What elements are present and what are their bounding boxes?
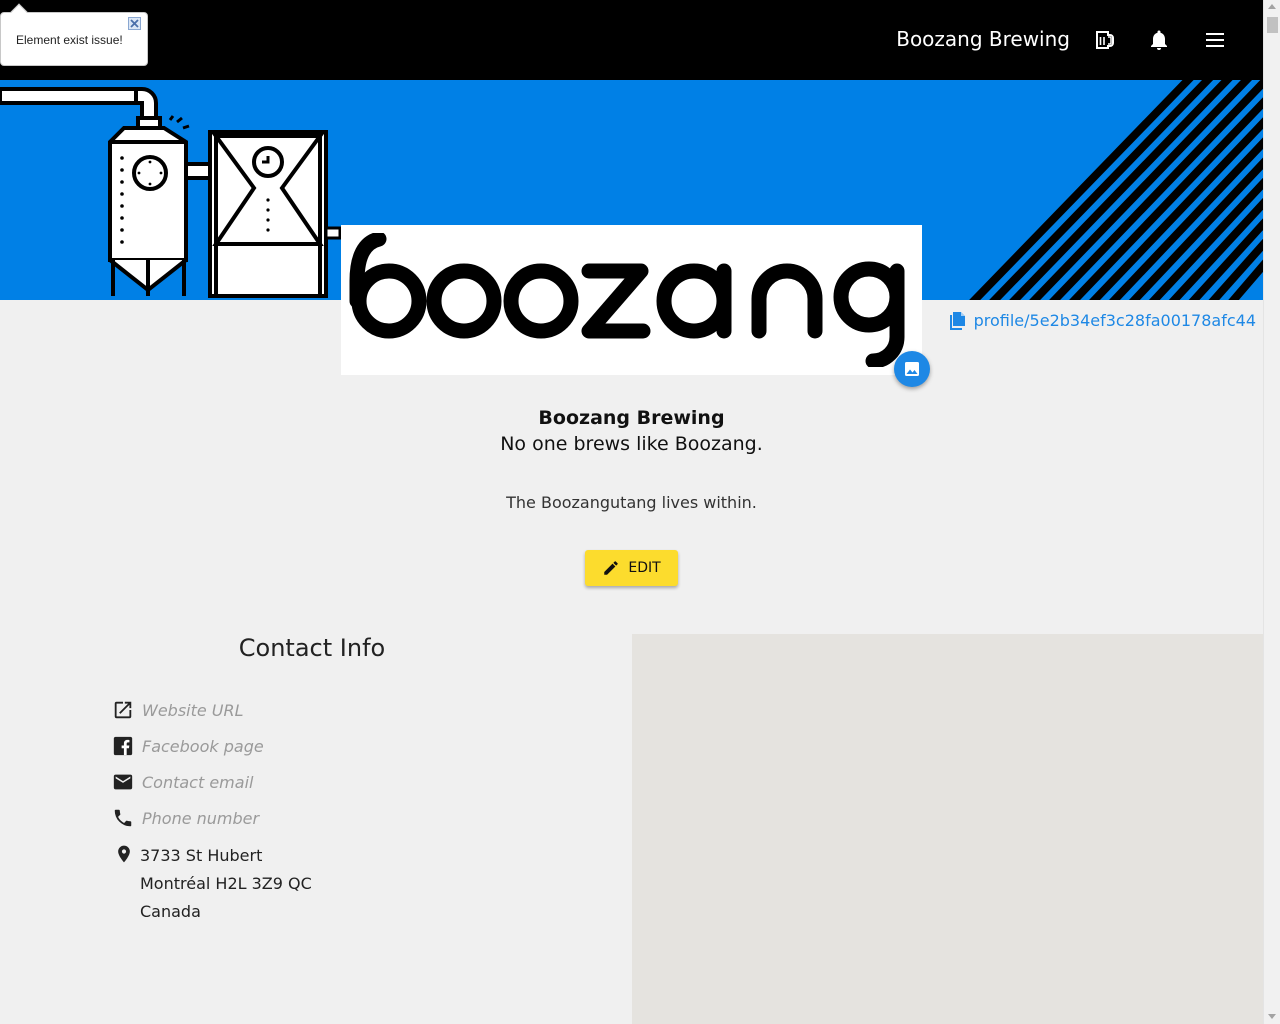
- facebook-page-placeholder[interactable]: Facebook page: [142, 737, 264, 756]
- phone-row[interactable]: Phone number: [112, 807, 259, 829]
- map[interactable]: [632, 634, 1263, 1024]
- profile-name: Boozang Brewing: [538, 407, 725, 429]
- address: 3733 St Hubert Montréal H2L 3Z9 QC Canad…: [140, 842, 312, 926]
- edit-button-label: EDIT: [628, 560, 661, 576]
- phone-number-placeholder[interactable]: Phone number: [142, 809, 259, 828]
- facebook-icon: [113, 736, 133, 756]
- contact-email-placeholder[interactable]: Contact email: [142, 773, 253, 792]
- contact-info-title: Contact Info: [238, 634, 386, 662]
- page-scrollbar[interactable]: [1263, 0, 1280, 1024]
- website-row[interactable]: Website URL: [112, 699, 244, 721]
- menu-icon[interactable]: [1203, 28, 1227, 52]
- scroll-down-arrow-icon[interactable]: [1268, 1014, 1276, 1019]
- edit-button[interactable]: EDIT: [585, 550, 678, 586]
- close-icon[interactable]: [128, 17, 141, 30]
- beer-icon[interactable]: [1092, 28, 1116, 52]
- website-url-placeholder[interactable]: Website URL: [142, 701, 244, 720]
- change-image-button[interactable]: [894, 351, 930, 387]
- scroll-up-arrow-icon[interactable]: [1268, 4, 1276, 9]
- image-icon: [905, 362, 919, 376]
- copy-icon: [949, 312, 965, 330]
- location-pin-icon: [118, 845, 130, 863]
- pencil-icon: [604, 561, 619, 575]
- notification-tooltip: Element exist issue!: [0, 3, 148, 66]
- mail-icon: [113, 774, 133, 790]
- profile-tagline: No one brews like Boozang.: [500, 433, 763, 455]
- profile-logo: [341, 225, 922, 375]
- top-app-bar: Boozang Brewing: [0, 0, 1263, 80]
- profile-link[interactable]: profile/5e2b34ef3c28fa00178afc44: [949, 310, 1256, 330]
- facebook-row[interactable]: Facebook page: [112, 735, 264, 757]
- notification-message: Element exist issue!: [16, 33, 123, 47]
- boozang-logo-wordmark: [349, 231, 905, 369]
- address-line-2: Montréal H2L 3Z9 QC: [140, 874, 312, 893]
- profile-description: The Boozangutang lives within.: [506, 493, 757, 512]
- logo-image: [349, 231, 914, 369]
- address-line-3: Canada: [140, 902, 201, 921]
- scrollbar-thumb[interactable]: [1267, 17, 1278, 33]
- address-line-1: 3733 St Hubert: [140, 846, 263, 865]
- app-title[interactable]: Boozang Brewing: [896, 27, 1070, 51]
- phone-icon: [114, 809, 132, 827]
- email-row[interactable]: Contact email: [112, 771, 253, 793]
- bell-icon[interactable]: [1147, 28, 1171, 52]
- external-link-icon: [114, 701, 132, 719]
- profile-link-text[interactable]: profile/5e2b34ef3c28fa00178afc44: [974, 311, 1256, 330]
